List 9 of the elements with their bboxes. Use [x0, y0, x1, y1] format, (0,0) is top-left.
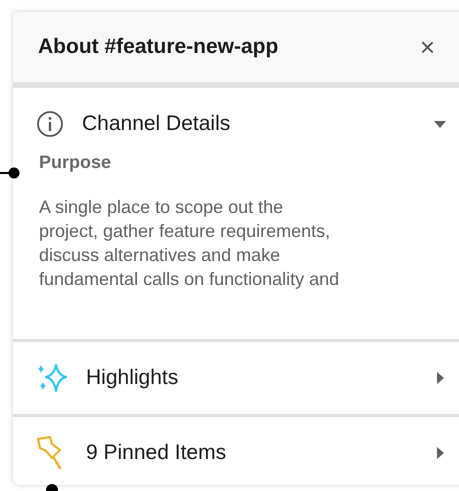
purpose-text: A single place to scope out the project, gather feature requirements, discuss alternatives and make fundamental calls on functionality and	[39, 196, 340, 291]
section-header[interactable]: 9 Pinned Items	[13, 417, 459, 485]
section-header[interactable]: Highlights	[13, 342, 459, 414]
sparkles-icon	[36, 362, 68, 394]
leader-line	[0, 166, 20, 178]
info-icon	[36, 110, 64, 138]
close-button[interactable]: ×	[420, 34, 435, 60]
purpose-label: Purpose	[39, 152, 112, 173]
panel-title: About #feature-new-app	[38, 35, 278, 59]
